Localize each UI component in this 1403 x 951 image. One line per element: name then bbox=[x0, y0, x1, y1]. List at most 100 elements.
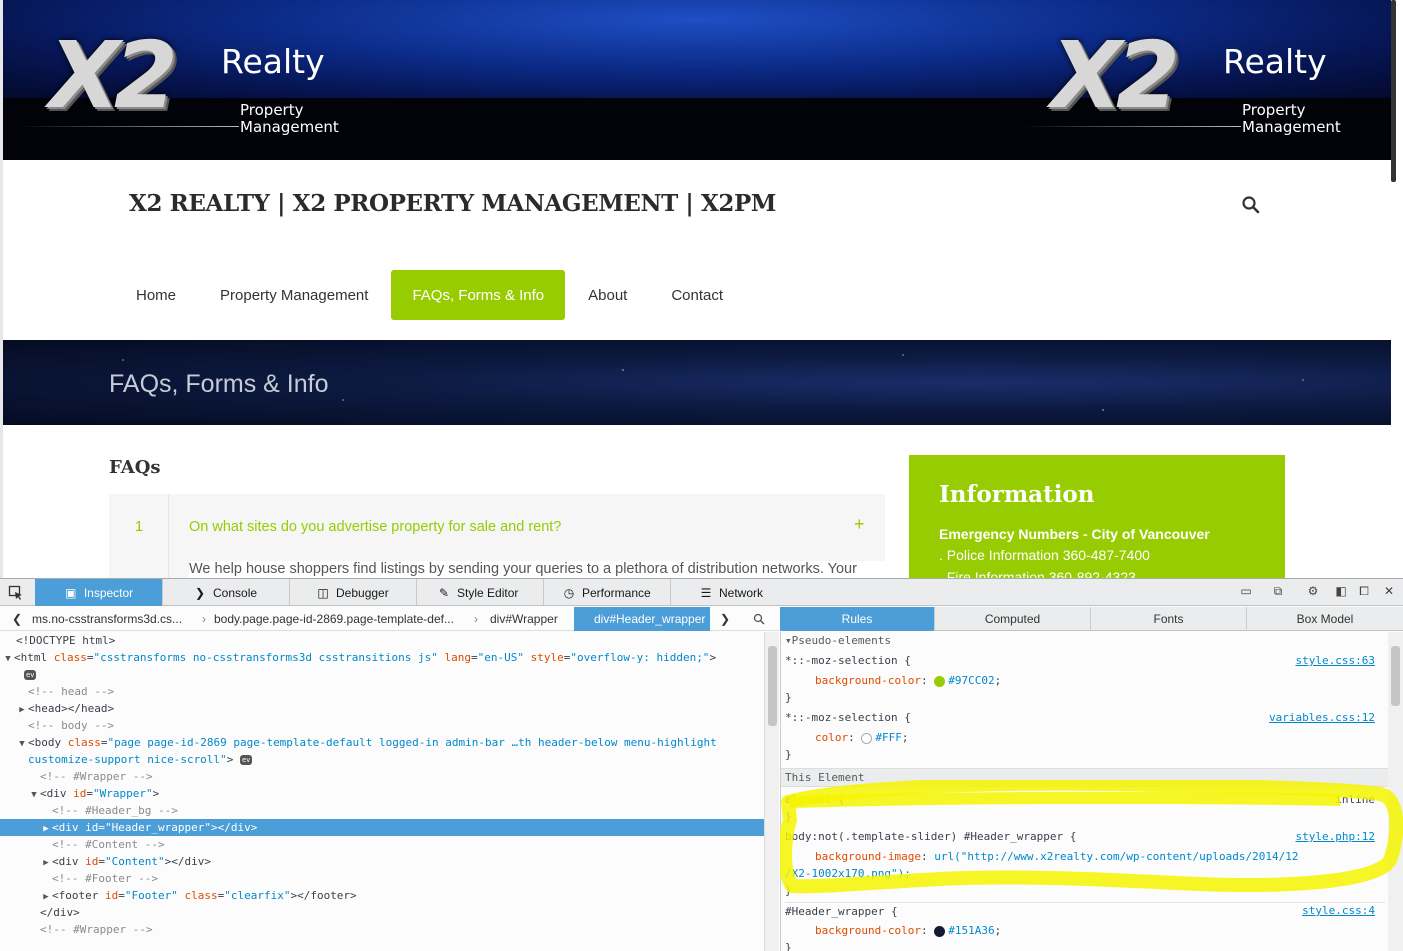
event-badge[interactable]: ev bbox=[24, 670, 37, 680]
dock-side-icon[interactable]: ◧ bbox=[1333, 584, 1349, 600]
markup-line[interactable]: ▶ <footer id="Footer" class="clearfix"></… bbox=[0, 887, 764, 904]
tab-performance[interactable]: ◷ Performance bbox=[544, 579, 671, 606]
page-scrollbar-thumb[interactable] bbox=[1391, 0, 1396, 182]
breadcrumb-body[interactable]: body.page.page-id-2869.page-template-def… bbox=[208, 607, 468, 631]
debugger-icon: ◫ bbox=[317, 585, 329, 600]
markup-scrollbar-thumb[interactable] bbox=[768, 646, 777, 726]
markup-line[interactable]: ▼ <div id="Wrapper"> bbox=[0, 785, 764, 802]
rule-declaration[interactable]: background-image: url("http://www.x2real… bbox=[815, 848, 1298, 865]
tag-div-end: </div> bbox=[40, 906, 80, 919]
rule-selector[interactable]: *::-moz-selection { bbox=[785, 709, 911, 726]
markup-line[interactable]: </div> bbox=[0, 904, 764, 921]
rule-selector[interactable]: body:not(.template-slider) #Header_wrapp… bbox=[785, 828, 1076, 845]
markup-line[interactable]: ▼ <body class="page page-id-2869 page-tem… bbox=[0, 734, 764, 751]
rule-declaration-cont[interactable]: /X2-1002x170.png"); bbox=[785, 865, 911, 882]
logo-sub-line2: Management bbox=[1242, 118, 1341, 136]
color-swatch[interactable] bbox=[934, 925, 946, 937]
performance-icon: ◷ bbox=[563, 585, 575, 600]
website-viewport: X2 Realty Property Management X2 Realty P… bbox=[0, 0, 1403, 578]
rule-source-link[interactable]: variables.css:12 bbox=[1201, 709, 1375, 726]
faq-item[interactable]: 1 On what sites do you advertise propert… bbox=[109, 494, 885, 578]
rule-declaration[interactable]: background-color: #97CC02; bbox=[815, 672, 1001, 689]
breadcrumb-header-wrapper[interactable]: div#Header_wrapper bbox=[574, 607, 710, 631]
rule-selector[interactable]: element { bbox=[785, 791, 845, 808]
rule-source-link[interactable]: style.css:4 bbox=[1221, 902, 1375, 919]
attr-name: lang bbox=[444, 651, 472, 664]
responsive-mode-icon[interactable]: ⧉ bbox=[1270, 584, 1286, 600]
tab-box-model[interactable]: Box Model bbox=[1247, 607, 1403, 631]
logo-name: Realty bbox=[1223, 42, 1327, 81]
breadcrumb-wrapper[interactable]: div#Wrapper bbox=[484, 607, 574, 631]
page-scrollbar[interactable] bbox=[1391, 0, 1403, 578]
tab-fonts[interactable]: Fonts bbox=[1091, 607, 1247, 631]
nav-about[interactable]: About bbox=[567, 270, 648, 320]
tab-network[interactable]: ☰ Network bbox=[671, 579, 798, 606]
tag-div: <div bbox=[52, 855, 79, 868]
breadcrumb-back-icon[interactable]: ❮ bbox=[8, 607, 22, 631]
tab-style-editor[interactable]: ✎ Style Editor bbox=[417, 579, 544, 606]
info-title: Information bbox=[939, 481, 1095, 508]
rule-source-link[interactable]: style.css:63 bbox=[1201, 652, 1375, 669]
tab-rules[interactable]: Rules bbox=[780, 607, 935, 631]
inspector-icon: ▣ bbox=[65, 585, 77, 600]
page-title: FAQs, Forms & Info bbox=[109, 370, 329, 398]
element-picker-icon[interactable] bbox=[8, 585, 24, 601]
devtools-toolbar: ▣ Inspector ❯ Console ◫ Debugger ✎ Style Edi… bbox=[0, 579, 1403, 606]
attr-value: "clearfix" bbox=[224, 889, 291, 902]
attr-value: "csstransforms no-csstransforms3d csstra… bbox=[93, 651, 438, 664]
nav-faqs-forms-info[interactable]: FAQs, Forms & Info bbox=[391, 270, 566, 320]
markup-line-selected[interactable]: ▶ <div id="Header_wrapper"></div> bbox=[0, 819, 764, 836]
faq-question[interactable]: On what sites do you advertise property … bbox=[189, 519, 561, 535]
attr-name: class bbox=[184, 889, 218, 902]
rule-selector[interactable]: *::-moz-selection { bbox=[785, 652, 911, 669]
color-swatch[interactable] bbox=[934, 675, 946, 687]
nav-contact[interactable]: Contact bbox=[650, 270, 744, 320]
attr-value: "Header_wrapper" bbox=[105, 821, 211, 834]
color-swatch[interactable] bbox=[861, 732, 873, 744]
markup-search-icon[interactable] bbox=[745, 607, 773, 631]
rules-scrollbar-thumb[interactable] bbox=[1391, 646, 1400, 706]
rules-scrollbar[interactable] bbox=[1388, 632, 1403, 951]
network-icon: ☰ bbox=[700, 585, 712, 600]
markup-line[interactable]: customize-support nice-scroll"> ev bbox=[0, 751, 764, 768]
markup-line[interactable]: <!-- body --> bbox=[0, 717, 764, 734]
markup-line[interactable]: <!DOCTYPE html> bbox=[0, 632, 764, 649]
event-badge[interactable]: ev bbox=[239, 755, 253, 765]
breadcrumb-html[interactable]: ms.no-csstransforms3d.cs... bbox=[26, 607, 196, 631]
rule-declaration[interactable]: color: #FFF; bbox=[815, 729, 909, 746]
markup-line[interactable]: <!-- #Footer --> bbox=[0, 870, 764, 887]
site-title[interactable]: X2 REALTY | X2 PROPERTY MANAGEMENT | X2P… bbox=[129, 190, 776, 217]
markup-scrollbar[interactable] bbox=[764, 632, 779, 951]
expand-plus-icon[interactable]: + bbox=[854, 514, 865, 535]
markup-line[interactable]: <!-- #Content --> bbox=[0, 836, 764, 853]
markup-line[interactable]: <!-- #Header_bg --> bbox=[0, 802, 764, 819]
markup-line[interactable]: <!-- head --> bbox=[0, 683, 764, 700]
pseudo-elements-toggle[interactable]: ▾Pseudo-elements bbox=[785, 632, 891, 649]
separate-window-icon[interactable]: ⧠ bbox=[1356, 584, 1372, 600]
tab-inspector[interactable]: ▣ Inspector bbox=[35, 579, 163, 606]
tab-computed[interactable]: Computed bbox=[935, 607, 1091, 631]
faq-number-column: 1 bbox=[109, 494, 169, 578]
rule-close: } bbox=[785, 941, 792, 951]
logo-left[interactable]: X2 Realty Property Management bbox=[19, 30, 369, 140]
markup-line[interactable]: ▶ <head></head> bbox=[0, 700, 764, 717]
nav-property-management[interactable]: Property Management bbox=[199, 270, 389, 320]
search-icon[interactable] bbox=[1241, 195, 1261, 215]
comment: <!-- #Footer --> bbox=[52, 872, 158, 885]
markup-line[interactable]: <!-- #Wrapper --> bbox=[0, 921, 764, 938]
split-console-icon[interactable]: ▭ bbox=[1238, 584, 1254, 600]
tab-console[interactable]: ❯ Console bbox=[163, 579, 290, 606]
settings-gear-icon[interactable]: ⚙ bbox=[1305, 584, 1321, 600]
rule-declaration[interactable]: background-color: #151A36; bbox=[815, 922, 1001, 939]
markup-line[interactable]: ▼ <html class="csstransforms no-csstransf… bbox=[0, 649, 764, 666]
tab-debugger[interactable]: ◫ Debugger bbox=[290, 579, 417, 606]
attr-value: "Wrapper" bbox=[93, 787, 153, 800]
rule-source-link[interactable]: style.php:12 bbox=[1221, 828, 1375, 845]
markup-line[interactable]: <!-- #Wrapper --> bbox=[0, 768, 764, 785]
nav-home[interactable]: Home bbox=[115, 270, 197, 320]
breadcrumb-forward-icon[interactable]: ❯ bbox=[714, 607, 730, 631]
sidebar-tabs: Rules Computed Fonts Box Model bbox=[780, 607, 1403, 631]
faq-number: 1 bbox=[134, 518, 144, 535]
markup-line[interactable]: ▶ <div id="Content"></div> bbox=[0, 853, 764, 870]
close-icon[interactable]: ✕ bbox=[1381, 584, 1397, 600]
